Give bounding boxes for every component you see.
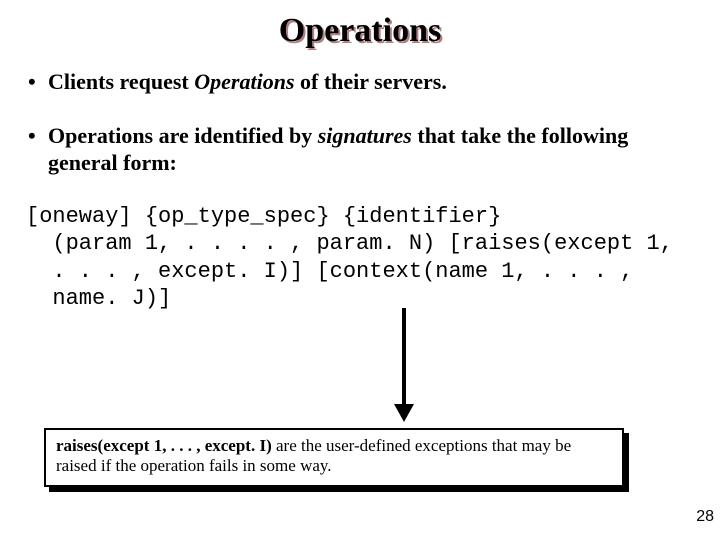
slide: Operations Clients request Operations of… [0, 0, 720, 540]
bullet-1-text-pre: Clients request [48, 69, 194, 94]
slide-title: Operations [20, 12, 700, 50]
bullet-2-text-pre: Operations are identified by [48, 123, 318, 148]
bullet-2: Operations are identified by signatures … [26, 122, 700, 177]
bullet-1-text-post: of their servers. [295, 69, 447, 94]
bullet-1: Clients request Operations of their serv… [26, 68, 700, 96]
signature-code: [oneway] {op_type_spec} {identifier} (pa… [26, 203, 700, 313]
bullet-1-em: Operations [194, 69, 294, 94]
page-number: 28 [696, 508, 714, 526]
bullet-list: Clients request Operations of their serv… [26, 68, 700, 177]
callout-strong: raises(except 1, . . . , except. I) [56, 436, 272, 455]
arrow-stem [402, 308, 406, 408]
arrow-head-icon [394, 404, 414, 422]
callout-content: raises(except 1, . . . , except. I) are … [44, 428, 624, 487]
bullet-2-em: signatures [318, 123, 412, 148]
callout-arrow [380, 308, 410, 428]
callout-box: raises(except 1, . . . , except. I) are … [44, 428, 624, 487]
